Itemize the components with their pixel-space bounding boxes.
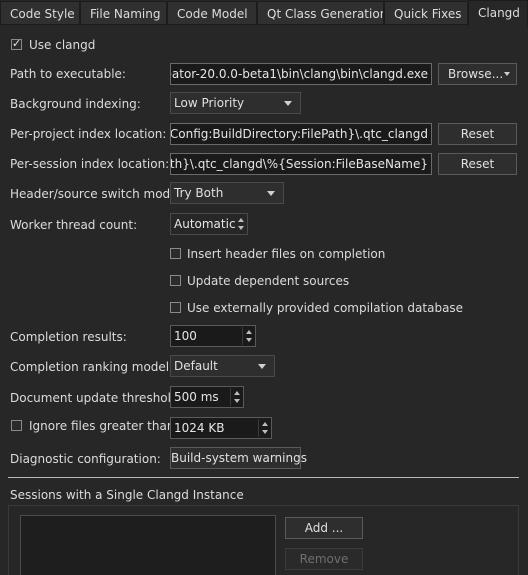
clangd-settings-page: Code Style File Naming Code Model Qt Cla… [0,0,528,575]
background-indexing-label: Background indexing: [10,97,141,111]
spin-down-icon[interactable] [246,338,252,342]
per-project-index-value: BuildConfig:BuildDirectory:FilePath}\.qt… [170,127,428,141]
completion-results-value: 100 [174,329,197,343]
spin-separator [258,419,259,437]
tab-code-model[interactable]: Code Model [167,1,257,25]
insert-headers-label[interactable]: Insert header files on completion [187,246,385,262]
browse-button-label: Browse... [448,67,504,81]
tab-qt-class-generation[interactable]: Qt Class Generation [257,1,384,25]
use-clangd-label[interactable]: Use clangd [29,37,95,53]
update-dependent-label[interactable]: Update dependent sources [187,273,349,289]
per-project-index-input[interactable]: BuildConfig:BuildDirectory:FilePath}\.qt… [170,123,432,145]
ignore-files-checkbox[interactable] [11,420,22,431]
chevron-down-icon [504,72,510,76]
spin-down-icon[interactable] [234,399,240,403]
spin-down-icon[interactable] [238,226,244,230]
update-dependent-checkbox[interactable] [170,275,181,286]
executable-path-input[interactable]: .qtcreator-20.0.0-beta1\bin\clang\bin\cl… [170,63,432,85]
use-clangd-checkbox[interactable] [11,37,22,50]
header-switch-value: Try Both [174,186,224,200]
background-indexing-combo[interactable]: Low Priority [170,92,301,114]
tab-quick-fixes[interactable]: Quick Fixes [384,1,468,25]
external-db-checkbox[interactable] [170,302,181,313]
spin-up-icon[interactable] [262,422,268,426]
tab-code-style[interactable]: Code Style [0,1,80,25]
completion-ranking-label: Completion ranking model: [10,360,174,374]
worker-thread-spinbox[interactable]: Automatic [170,213,248,235]
completion-ranking-value: Default [174,359,218,373]
per-session-index-value: ourcePath}\.qtc_clangd\%{Session:FileBas… [170,157,428,171]
chevron-down-icon [267,191,275,196]
chevron-down-icon [284,101,292,106]
ignore-files-size-spinbox[interactable]: 1024 KB [170,417,272,439]
ignore-files-size-value: 1024 KB [174,421,225,435]
chevron-down-icon [258,364,266,369]
background-indexing-value: Low Priority [174,96,245,110]
external-db-label[interactable]: Use externally provided compilation data… [187,300,463,316]
per-project-reset-button[interactable]: Reset [438,123,517,145]
executable-label: Path to executable: [10,67,126,81]
per-session-index-input[interactable]: ourcePath}\.qtc_clangd\%{Session:FileBas… [170,153,432,175]
section-divider [8,477,519,478]
diagnostic-config-label: Diagnostic configuration: [10,452,161,466]
insert-headers-checkbox[interactable] [170,248,181,259]
ignore-files-label[interactable]: Ignore files greater than [29,418,174,434]
sessions-list[interactable] [20,515,276,575]
per-session-reset-button[interactable]: Reset [438,153,517,175]
diagnostic-config-button[interactable]: Build-system warnings [170,447,307,469]
executable-path-value: .qtcreator-20.0.0-beta1\bin\clang\bin\cl… [171,67,428,81]
header-switch-label: Header/source switch mode: [10,187,182,201]
spin-up-icon[interactable] [238,218,244,222]
completion-results-label: Completion results: [10,330,127,344]
spin-up-icon[interactable] [246,330,252,334]
spin-separator [230,388,231,406]
spin-separator [242,327,243,345]
spin-down-icon[interactable] [262,430,268,434]
doc-update-label: Document update threshold: [10,391,183,405]
tab-file-naming[interactable]: File Naming [80,1,167,25]
doc-update-value: 500 ms [174,390,219,404]
worker-thread-value: Automatic [174,217,236,231]
per-project-index-label: Per-project index location: [10,127,167,141]
header-switch-combo[interactable]: Try Both [170,182,284,204]
remove-session-button[interactable]: Remove [285,548,363,570]
add-session-button[interactable]: Add ... [285,517,363,539]
sessions-group-title: Sessions with a Single Clangd Instance [10,488,244,502]
doc-update-spinbox[interactable]: 500 ms [170,386,244,408]
tab-clangd[interactable]: Clangd [468,0,528,27]
browse-button[interactable]: Browse... [438,63,517,85]
tab-bar: Code Style File Naming Code Model Qt Cla… [0,0,528,27]
completion-ranking-combo[interactable]: Default [170,355,275,377]
completion-results-spinbox[interactable]: 100 [170,325,256,347]
spin-up-icon[interactable] [234,391,240,395]
worker-thread-label: Worker thread count: [10,218,138,232]
per-session-index-label: Per-session index location: [10,157,170,171]
